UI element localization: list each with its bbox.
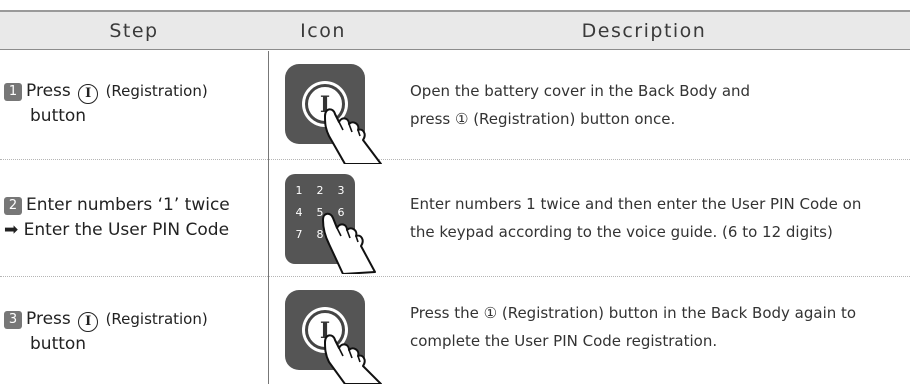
registration-button-symbol: I: [78, 84, 99, 104]
step-text: button: [30, 334, 87, 354]
description-text: Open the battery cover in the Back Body …: [410, 82, 751, 100]
step-text: button: [30, 106, 87, 126]
description-cell: Enter numbers 1 twice and then enter the…: [410, 190, 905, 246]
table-header: Step Icon Description: [0, 10, 910, 50]
keypad-key: 6: [338, 206, 345, 219]
step-cell: 3 Press I (Registration) button: [4, 307, 268, 357]
keypad-key: 4: [296, 206, 303, 219]
keypad-key: 7: [296, 228, 303, 241]
description-text: Press the ① (Registration) button in the…: [410, 304, 857, 322]
keypad-key: 1: [296, 184, 303, 197]
table-row: 2 Enter numbers ‘1’ twice ➡ Enter the Use…: [0, 160, 910, 276]
header-icon: Icon: [300, 20, 346, 42]
keypad-key: 2: [317, 184, 324, 197]
step-cell: 2 Enter numbers ‘1’ twice ➡ Enter the Use…: [4, 193, 268, 243]
description-text: Enter numbers 1 twice and then enter the…: [410, 195, 862, 213]
step-text: Press: [26, 309, 71, 329]
step-text: (Registration): [105, 82, 208, 100]
registration-button-press-icon: I: [285, 290, 383, 384]
step-number-badge: 1: [4, 83, 22, 101]
keypad-key: 3: [338, 184, 345, 197]
step-text: Enter numbers ‘1’ twice: [26, 195, 230, 215]
description-cell: Press the ① (Registration) button in the…: [410, 299, 905, 355]
table-row: 3 Press I (Registration) button I Press t…: [0, 277, 910, 384]
description-text: complete the User PIN Code registration.: [410, 332, 718, 350]
step-text: Press: [26, 81, 71, 101]
header-step: Step: [109, 20, 159, 42]
keypad-press-icon: 1 2 3 4 5 6 7 8: [285, 174, 383, 278]
registration-steps-table: Step Icon Description 1 Press I (Registra…: [0, 0, 910, 384]
description-text: the keypad according to the voice guide.…: [410, 223, 833, 241]
header-description: Description: [581, 20, 707, 42]
registration-button-symbol: I: [78, 312, 99, 332]
description-text: press ① (Registration) button once.: [410, 110, 676, 128]
registration-button-press-icon: I: [285, 64, 383, 168]
step-text: (Registration): [105, 310, 208, 328]
step-number-badge: 3: [4, 311, 22, 329]
step-cell: 1 Press I (Registration) button: [4, 79, 268, 129]
step-number-badge: 2: [4, 197, 22, 215]
keypad-key: 8: [317, 228, 324, 241]
table-row: 1 Press I (Registration) button I Open th…: [0, 51, 910, 165]
step-text: ➡ Enter the User PIN Code: [4, 220, 230, 240]
description-cell: Open the battery cover in the Back Body …: [410, 77, 905, 133]
